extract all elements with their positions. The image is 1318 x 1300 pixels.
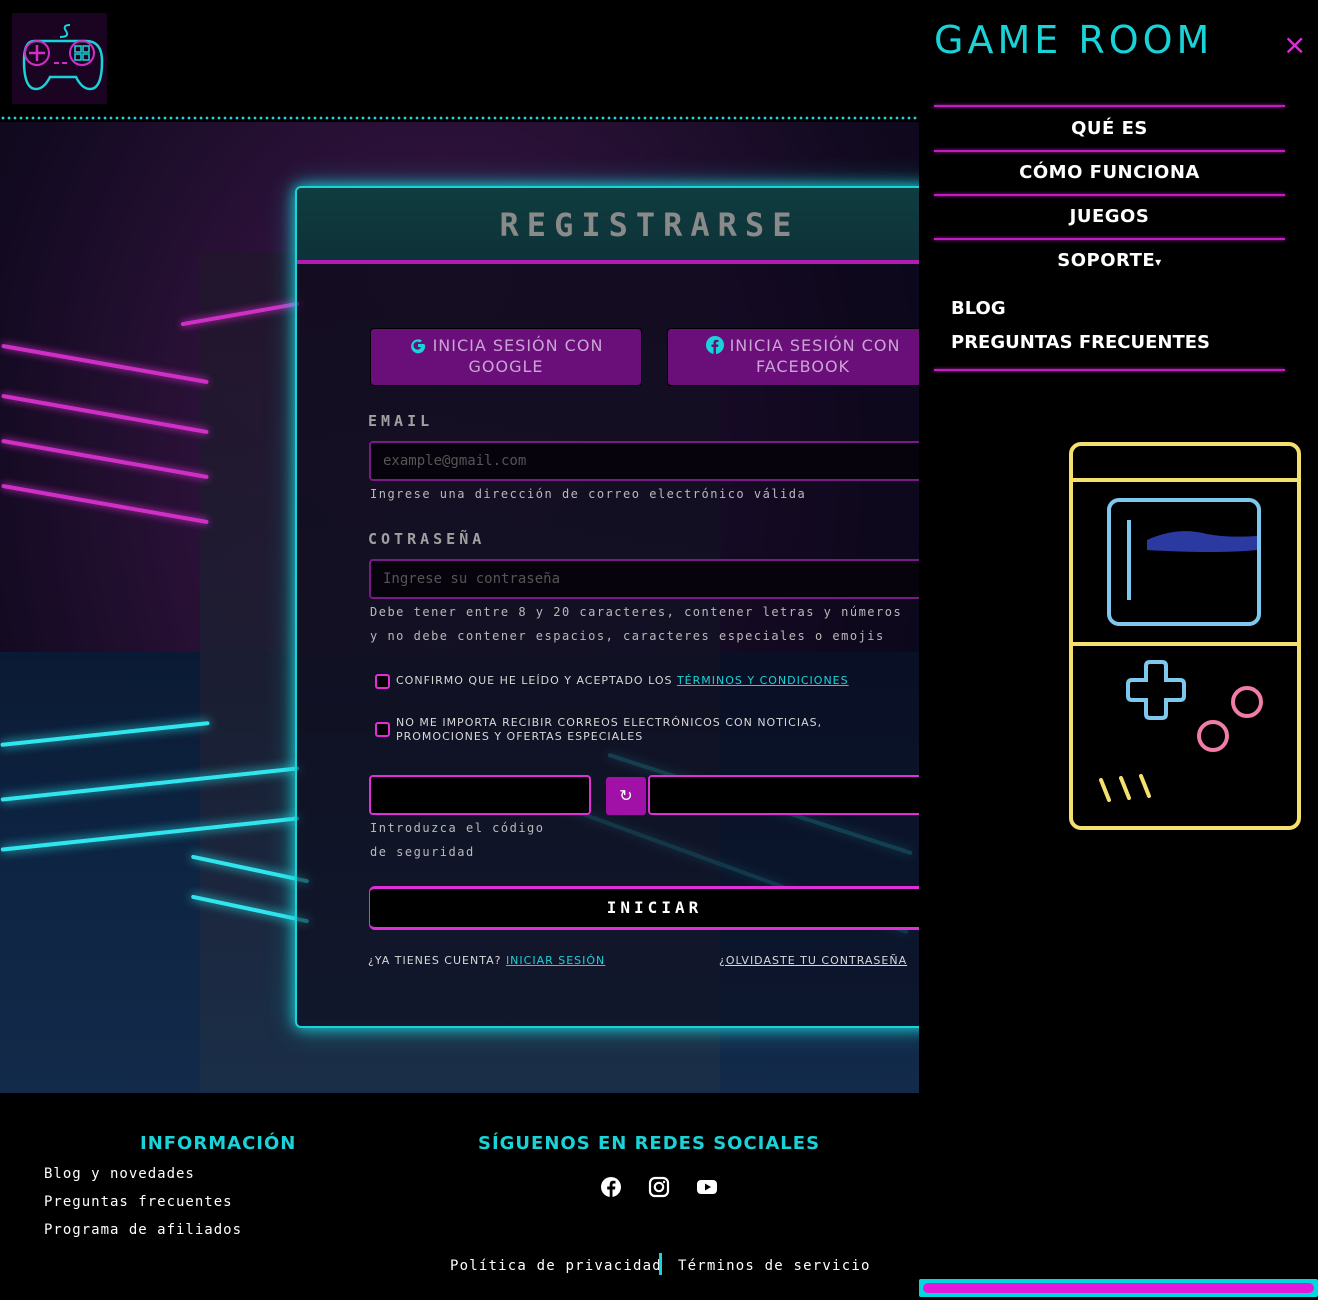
password-hint: Debe tener entre 8 y 20 caracteres, cont… [370, 605, 903, 643]
footer-link-blog[interactable]: Blog y novedades [44, 1166, 195, 1182]
chevron-down-icon: ▾ [1155, 255, 1162, 269]
close-icon[interactable]: × [1283, 28, 1306, 61]
newsletter-checkbox[interactable] [375, 722, 390, 737]
facebook-login-button[interactable]: INICIA SESIÓN CON FACEBOOK [667, 328, 933, 386]
captcha-hint: Introduzca el código de seguridad [370, 821, 545, 859]
menu-item-que-es[interactable]: QUÉ ES [934, 107, 1285, 151]
captcha-image-box [369, 775, 591, 815]
have-account-text: ¿Ya tienes cuenta? Iniciar sesión [368, 953, 608, 968]
terms-of-service-link[interactable]: Términos de servicio [678, 1258, 871, 1274]
side-menu-bottom-bar [919, 1279, 1318, 1297]
submenu-item-blog[interactable]: BLOG [951, 298, 1006, 319]
side-menu-title: GAME ROOM [934, 18, 1214, 62]
footer-link-faq[interactable]: Preguntas frecuentes [44, 1194, 233, 1210]
neon-stripe [1, 393, 209, 435]
footer-info-title: INFORMACIÓN [140, 1133, 297, 1154]
privacy-policy-link[interactable]: Política de privacidad [450, 1258, 662, 1274]
legal-separator [659, 1253, 662, 1275]
header-dotted-divider [0, 116, 919, 120]
captcha-refresh-button[interactable]: ↻ [606, 777, 646, 815]
neon-stripe [1, 438, 209, 480]
register-card: REGISTRARSE INICIA SESIÓN CON GOOGLE INI… [295, 186, 935, 1028]
forgot-password-link[interactable]: ¿Olvidaste tu contraseña [719, 953, 933, 968]
email-hint: Ingrese una dirección de correo electrón… [370, 487, 807, 501]
menu-item-soporte-label: SOPORTE [1057, 250, 1156, 271]
side-menu-bottom-bar-inner [923, 1283, 1314, 1293]
instagram-icon[interactable] [648, 1176, 670, 1198]
footer-link-affiliates[interactable]: Programa de afiliados [44, 1222, 242, 1238]
footer-social-title: SÍGUENOS EN REDES SOCIALES [478, 1133, 821, 1154]
terms-checkbox[interactable] [375, 674, 390, 689]
submenu-item-faq[interactable]: PREGUNTAS FRECUENTES [951, 332, 1210, 353]
site-footer: INFORMACIÓN Blog y novedades Preguntas f… [0, 1093, 919, 1300]
facebook-login-label: INICIA SESIÓN CON FACEBOOK [729, 336, 901, 376]
have-account-label: ¿Ya tienes cuenta? [368, 954, 502, 967]
menu-item-juegos[interactable]: JUEGOS [934, 195, 1285, 239]
terms-link[interactable]: términos y condiciones [677, 674, 849, 687]
neon-stripe [1, 483, 209, 525]
password-field[interactable]: Ingrese su contraseña [369, 559, 933, 599]
google-login-label: INICIA SESIÓN CON GOOGLE [432, 336, 604, 376]
email-label: EMAIL [368, 412, 434, 430]
google-login-button[interactable]: INICIA SESIÓN CON GOOGLE [370, 328, 642, 386]
terms-text: Confirmo que he leído y aceptado los tér… [396, 674, 896, 688]
facebook-icon[interactable] [600, 1176, 622, 1198]
menu-item-como-funciona[interactable]: CÓMO FUNCIONA [934, 151, 1285, 195]
menu-divider [934, 369, 1285, 371]
captcha-input[interactable] [648, 775, 933, 815]
gamepad-logo-icon[interactable] [12, 13, 107, 104]
newsletter-text: No me importa recibir correos electrónic… [396, 716, 823, 743]
gameboy-neon-illustration [1067, 440, 1303, 832]
register-title: REGISTRARSE [499, 206, 800, 244]
google-icon [409, 336, 427, 354]
email-field[interactable]: example@gmail.com [369, 441, 933, 481]
side-menu: GAME ROOM × QUÉ ES CÓMO FUNCIONA JUEGOS … [919, 0, 1318, 1300]
youtube-icon[interactable] [696, 1176, 718, 1198]
password-label: COTRASEÑA [368, 530, 486, 548]
site-header [0, 0, 919, 122]
submit-button[interactable]: INICIAR [369, 886, 933, 930]
facebook-icon [705, 336, 724, 354]
register-card-header: REGISTRARSE [297, 188, 933, 264]
terms-prefix: Confirmo que he leído y aceptado los [396, 674, 673, 687]
menu-item-soporte[interactable]: SOPORTE▾ [934, 239, 1285, 283]
login-link[interactable]: Iniciar sesión [506, 954, 605, 967]
neon-stripe [1, 343, 209, 385]
